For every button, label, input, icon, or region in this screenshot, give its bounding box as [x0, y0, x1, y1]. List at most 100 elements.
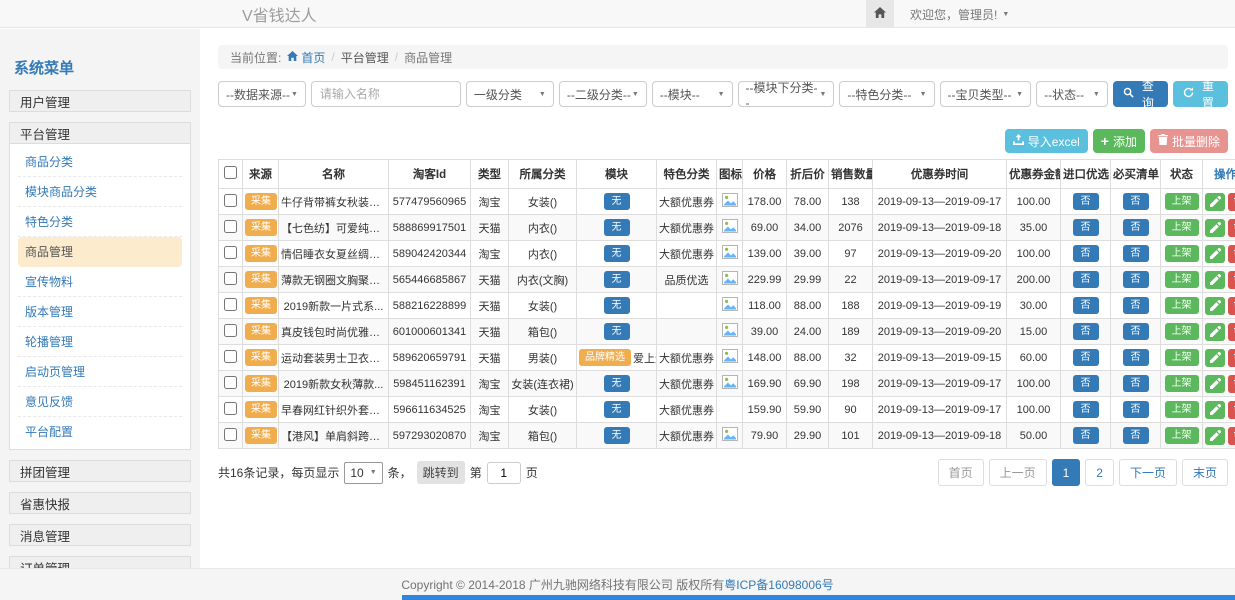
sidebar-item-feature-category[interactable]: 特色分类	[18, 207, 182, 237]
import-select-toggle[interactable]: 否	[1073, 193, 1099, 210]
delete-button[interactable]	[1228, 271, 1235, 289]
sidebar-group-saving-express-news[interactable]: 省惠快报	[9, 492, 191, 514]
module-select[interactable]: --模块--▼	[652, 81, 733, 107]
query-button[interactable]: 查询	[1113, 81, 1168, 107]
item-type-select[interactable]: --宝贝类型--▼	[940, 81, 1032, 107]
delete-button[interactable]	[1228, 245, 1235, 263]
breadcrumb-home-link[interactable]: 首页	[287, 49, 325, 66]
import-select-toggle[interactable]: 否	[1073, 375, 1099, 392]
icp-link[interactable]: 粤ICP备16098006号	[724, 576, 833, 593]
delete-button[interactable]	[1228, 193, 1235, 211]
must-buy-toggle[interactable]: 否	[1123, 427, 1149, 444]
page-button-page-2[interactable]: 2	[1085, 459, 1114, 486]
module-badge[interactable]: 无	[604, 297, 630, 314]
import-excel-button[interactable]: 导入excel	[1005, 129, 1088, 153]
status-select[interactable]: --状态--▼	[1036, 81, 1108, 107]
module-badge[interactable]: 无	[604, 193, 630, 210]
delete-button[interactable]	[1228, 297, 1235, 315]
sidebar-group-user-management[interactable]: 用户管理	[9, 90, 191, 112]
row-checkbox[interactable]	[224, 298, 237, 311]
delete-button[interactable]	[1228, 401, 1235, 419]
reset-button[interactable]: 重置	[1173, 81, 1228, 107]
page-button-page-1[interactable]: 1	[1052, 459, 1081, 486]
page-button-last[interactable]: 末页	[1182, 459, 1228, 486]
row-checkbox[interactable]	[224, 376, 237, 389]
import-select-toggle[interactable]: 否	[1073, 427, 1099, 444]
edit-button[interactable]	[1205, 193, 1225, 211]
data-source-select[interactable]: --数据来源--▼	[218, 81, 306, 107]
import-select-toggle[interactable]: 否	[1073, 219, 1099, 236]
status-toggle[interactable]: 上架	[1165, 375, 1199, 392]
edit-button[interactable]	[1205, 297, 1225, 315]
must-buy-toggle[interactable]: 否	[1123, 323, 1149, 340]
home-button[interactable]	[866, 0, 894, 28]
sidebar-item-module-product-category[interactable]: 模块商品分类	[18, 177, 182, 207]
edit-button[interactable]	[1205, 349, 1225, 367]
module-subcategory-select[interactable]: --模块下分类--▼	[738, 81, 835, 107]
status-toggle[interactable]: 上架	[1165, 323, 1199, 340]
delete-button[interactable]	[1228, 323, 1235, 341]
name-input[interactable]	[311, 81, 461, 107]
sidebar-item-promo-material[interactable]: 宣传物料	[18, 267, 182, 297]
level1-category-select[interactable]: 一级分类▼	[466, 81, 554, 107]
module-badge[interactable]: 无	[604, 375, 630, 392]
module-badge[interactable]: 无	[604, 219, 630, 236]
jump-page-input[interactable]	[487, 462, 521, 484]
sidebar-item-carousel-management[interactable]: 轮播管理	[18, 327, 182, 357]
row-checkbox[interactable]	[224, 272, 237, 285]
sidebar-group-platform-management[interactable]: 平台管理	[9, 122, 191, 144]
delete-button[interactable]	[1228, 375, 1235, 393]
import-select-toggle[interactable]: 否	[1073, 401, 1099, 418]
status-toggle[interactable]: 上架	[1165, 427, 1199, 444]
sidebar-item-feedback[interactable]: 意见反馈	[18, 387, 182, 417]
status-toggle[interactable]: 上架	[1165, 349, 1199, 366]
sidebar-item-product-category[interactable]: 商品分类	[18, 147, 182, 177]
edit-button[interactable]	[1205, 427, 1225, 445]
sidebar-group-order-management[interactable]: 订单管理	[9, 556, 191, 568]
status-toggle[interactable]: 上架	[1165, 401, 1199, 418]
sidebar-item-product-management[interactable]: 商品管理	[18, 237, 182, 267]
feature-category-select[interactable]: --特色分类--▼	[839, 81, 934, 107]
status-toggle[interactable]: 上架	[1165, 193, 1199, 210]
jump-button[interactable]: 跳转到	[417, 461, 465, 484]
sidebar-group-group-buy-management[interactable]: 拼团管理	[9, 460, 191, 482]
row-checkbox[interactable]	[224, 402, 237, 415]
edit-button[interactable]	[1205, 219, 1225, 237]
status-toggle[interactable]: 上架	[1165, 245, 1199, 262]
status-toggle[interactable]: 上架	[1165, 219, 1199, 236]
sidebar-item-splash-page-management[interactable]: 启动页管理	[18, 357, 182, 387]
delete-button[interactable]	[1228, 349, 1235, 367]
import-select-toggle[interactable]: 否	[1073, 245, 1099, 262]
page-button-next[interactable]: 下一页	[1119, 459, 1177, 486]
must-buy-toggle[interactable]: 否	[1123, 219, 1149, 236]
must-buy-toggle[interactable]: 否	[1123, 297, 1149, 314]
import-select-toggle[interactable]: 否	[1073, 297, 1099, 314]
add-button[interactable]: + 添加	[1093, 129, 1145, 153]
batch-delete-button[interactable]: 批量删除	[1150, 129, 1228, 153]
must-buy-toggle[interactable]: 否	[1123, 375, 1149, 392]
module-badge[interactable]: 无	[604, 271, 630, 288]
delete-button[interactable]	[1228, 219, 1235, 237]
edit-button[interactable]	[1205, 323, 1225, 341]
row-checkbox[interactable]	[224, 220, 237, 233]
must-buy-toggle[interactable]: 否	[1123, 245, 1149, 262]
import-select-toggle[interactable]: 否	[1073, 349, 1099, 366]
row-checkbox[interactable]	[224, 246, 237, 259]
edit-button[interactable]	[1205, 375, 1225, 393]
import-select-toggle[interactable]: 否	[1073, 271, 1099, 288]
row-checkbox[interactable]	[224, 428, 237, 441]
sidebar-item-platform-config[interactable]: 平台配置	[18, 417, 182, 446]
edit-button[interactable]	[1205, 271, 1225, 289]
module-badge[interactable]: 无	[604, 245, 630, 262]
must-buy-toggle[interactable]: 否	[1123, 271, 1149, 288]
module-badge[interactable]: 品牌精选	[579, 349, 631, 366]
row-checkbox[interactable]	[224, 194, 237, 207]
level2-category-select[interactable]: --二级分类--▼	[559, 81, 647, 107]
sidebar-group-message-management[interactable]: 消息管理	[9, 524, 191, 546]
delete-button[interactable]	[1228, 427, 1235, 445]
module-badge[interactable]: 无	[604, 323, 630, 340]
row-checkbox[interactable]	[224, 324, 237, 337]
edit-button[interactable]	[1205, 245, 1225, 263]
must-buy-toggle[interactable]: 否	[1123, 401, 1149, 418]
user-menu[interactable]: 欢迎您，管理员! ▼	[910, 6, 1009, 23]
